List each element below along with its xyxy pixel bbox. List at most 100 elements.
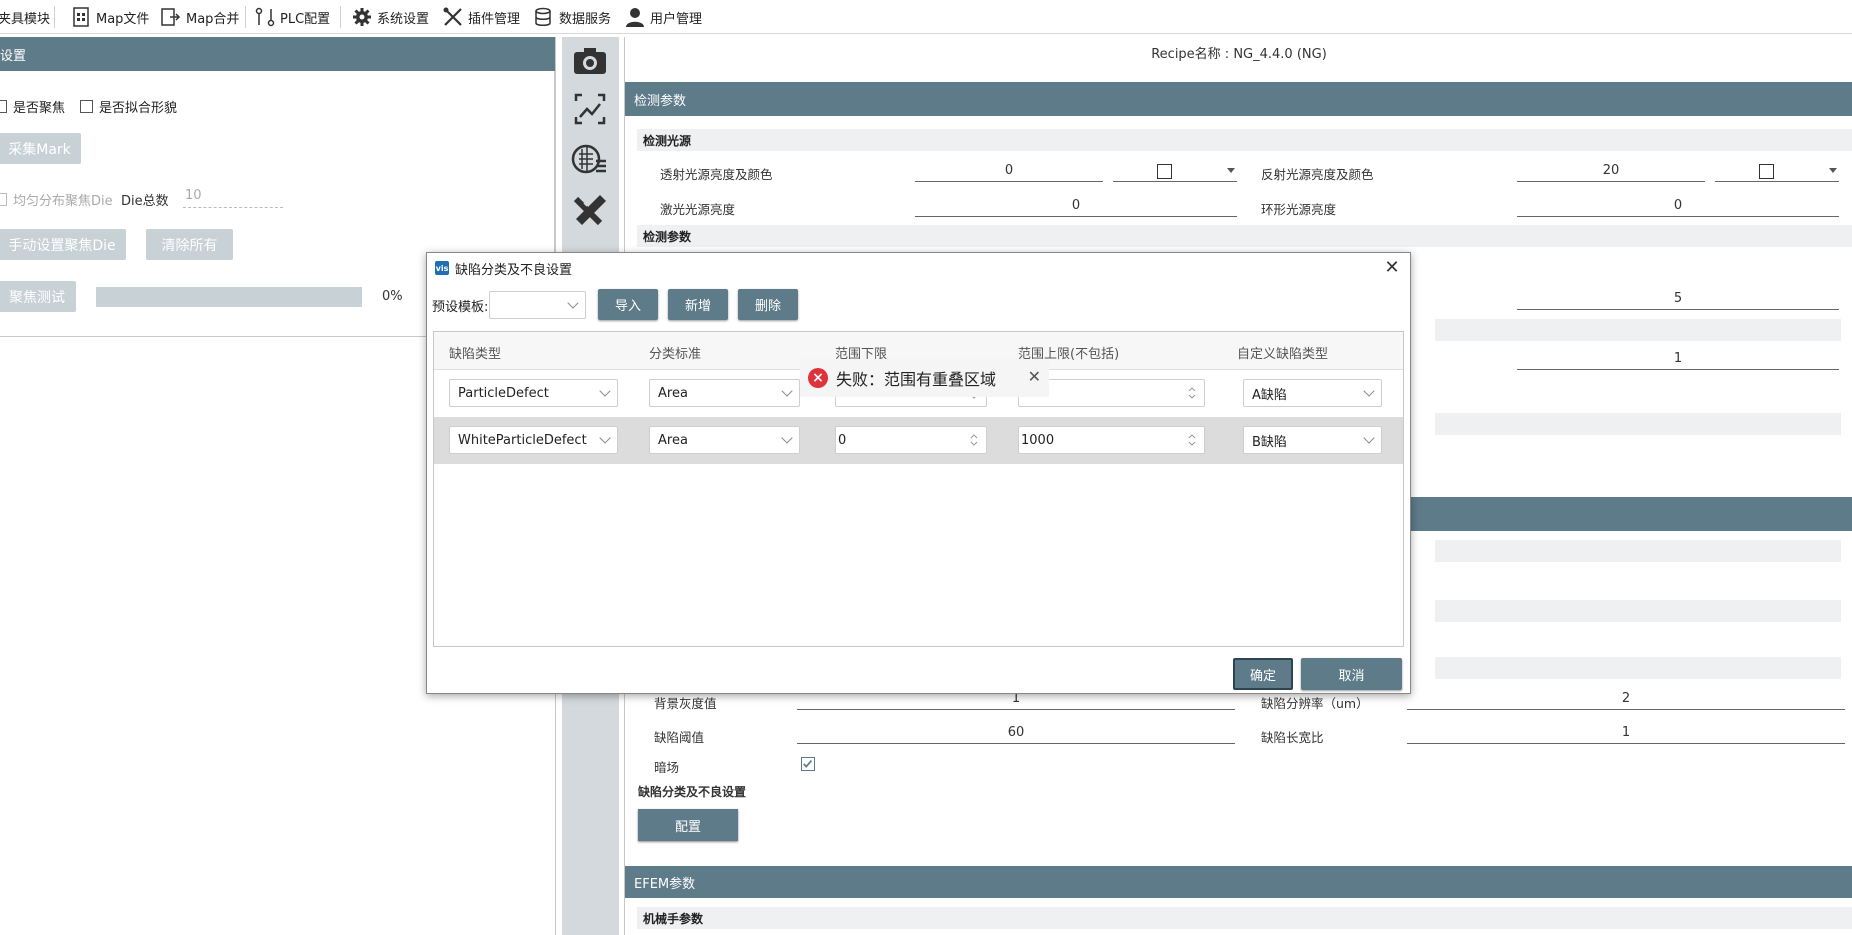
die-total-input[interactable]: 10: [183, 188, 283, 208]
defect-threshold-label: 缺陷阈值: [654, 730, 705, 745]
ruler-pencil-icon[interactable]: [570, 189, 610, 229]
chevron-down-icon: [1363, 385, 1375, 397]
menu-item-user-management[interactable]: 用户管理: [624, 0, 702, 34]
subheader-band: [1435, 540, 1841, 562]
detect-params-header: 检测参数: [625, 82, 1852, 116]
range-upper-input[interactable]: 1000: [1018, 426, 1205, 454]
column-header: 缺陷类型: [449, 347, 502, 362]
menu-item-plc[interactable]: PLC配置: [254, 0, 330, 34]
manual-focus-die-button[interactable]: 手动设置聚焦Die: [0, 229, 126, 260]
spin-arrows-icon: [1188, 434, 1196, 446]
dropdown-arrow-icon: [1829, 168, 1837, 173]
menu-item-map-merge[interactable]: Map合并: [160, 0, 239, 34]
menu-item-fixture[interactable]: 夹具模块: [0, 0, 50, 34]
class-standard-select[interactable]: Area: [649, 426, 800, 454]
progress-percent: 0%: [382, 289, 403, 304]
param-input-5[interactable]: 5: [1517, 290, 1839, 310]
menu-separator: [54, 6, 55, 28]
chevron-down-icon: [781, 385, 793, 397]
subheader-band: [1435, 319, 1841, 341]
close-icon[interactable]: ✕: [1382, 257, 1402, 278]
wafer-list-icon[interactable]: [570, 139, 610, 179]
transmitted-color-select[interactable]: [1113, 162, 1237, 182]
laser-light-input[interactable]: 0: [915, 197, 1237, 217]
chevron-down-icon: [599, 385, 611, 397]
error-icon: ×: [808, 368, 828, 388]
menu-item-system-settings[interactable]: 系统设置: [351, 0, 429, 34]
defect-ratio-input[interactable]: 1: [1407, 724, 1845, 744]
custom-defect-type-select[interactable]: B缺陷: [1243, 426, 1382, 454]
class-standard-select[interactable]: Area: [649, 379, 800, 407]
custom-defect-type-select[interactable]: A缺陷: [1243, 379, 1382, 407]
cancel-button[interactable]: 取消: [1301, 658, 1402, 690]
defect-type-select[interactable]: ParticleDefect: [449, 379, 618, 407]
map-merge-icon: [161, 8, 181, 26]
reflected-color-select[interactable]: [1715, 162, 1839, 182]
reflected-light-input[interactable]: 20: [1517, 162, 1705, 182]
defect-class-subheader: 缺陷分类及不良设置: [638, 785, 747, 799]
chevron-down-icon: [599, 432, 611, 444]
image-chart-icon[interactable]: [570, 89, 610, 129]
param-select-1[interactable]: 1: [1517, 350, 1839, 370]
preset-template-select[interactable]: [489, 291, 586, 319]
clear-all-button[interactable]: 清除所有: [146, 229, 233, 260]
defect-resolution-input[interactable]: 2: [1407, 690, 1845, 710]
light-source-subheader: 检测光源: [637, 129, 1852, 151]
recipe-name: Recipe名称 : NG_4.4.0 (NG): [1151, 46, 1327, 62]
error-toast: × 失败：范围有重叠区域 ✕: [800, 359, 1049, 397]
efem-params-header: EFEM参数: [625, 866, 1852, 898]
color-swatch: [1759, 164, 1774, 179]
camera-icon[interactable]: [570, 41, 610, 81]
defect-type-select[interactable]: WhiteParticleDefect: [449, 426, 618, 454]
checkbox-box[interactable]: [0, 100, 7, 113]
defect-resolution-label: 缺陷分辨率（um）: [1261, 696, 1369, 711]
chevron-down-icon: [781, 432, 793, 444]
user-icon: [626, 8, 644, 27]
close-icon[interactable]: ✕: [1028, 367, 1041, 386]
die-total-label: Die总数: [121, 194, 169, 209]
collect-mark-button[interactable]: 采集Mark: [0, 133, 81, 164]
table-row[interactable]: WhiteParticleDefect Area 0 1000 B缺陷: [434, 417, 1403, 464]
bg-gray-label: 背景灰度值: [654, 696, 717, 711]
add-button[interactable]: 新增: [668, 289, 728, 320]
focus-checkbox[interactable]: 是否聚焦: [0, 97, 65, 116]
checkbox-box[interactable]: [0, 193, 7, 206]
ring-light-label: 环形光源亮度: [1261, 202, 1337, 217]
gear-icon: [353, 8, 371, 26]
range-lower-input[interactable]: 0: [835, 426, 987, 454]
laser-light-label: 激光光源亮度: [660, 202, 736, 217]
menu-separator: [340, 6, 341, 28]
defect-ratio-label: 缺陷长宽比: [1261, 730, 1324, 745]
dropdown-arrow-icon: [1227, 168, 1235, 173]
transmitted-light-label: 透射光源亮度及颜色: [660, 167, 773, 182]
focus-test-button[interactable]: 聚焦测试: [0, 281, 76, 312]
checkbox-box[interactable]: [80, 100, 93, 113]
menu-separator: [245, 6, 246, 28]
check-icon: [803, 760, 813, 768]
dark-field-checkbox[interactable]: [801, 757, 815, 771]
defect-threshold-input[interactable]: 60: [797, 724, 1235, 744]
plc-icon: [255, 7, 275, 27]
transmitted-light-input[interactable]: 0: [915, 162, 1103, 182]
delete-button[interactable]: 删除: [738, 289, 798, 320]
confirm-button[interactable]: 确定: [1233, 658, 1293, 690]
subheader-band: [1435, 657, 1841, 679]
panel-header: 设置: [0, 37, 555, 71]
defect-classification-dialog: vis 缺陷分类及不良设置 ✕ 预设模板: 导入 新增 删除 缺陷类型 分类标准…: [426, 252, 1411, 694]
menu-item-map-file[interactable]: Map文件: [70, 0, 149, 34]
spin-arrows-icon: [970, 434, 978, 446]
top-menu-bar: 夹具模块 Map文件 Map合并 PLC配置 系统设置 插件管理 数据服务 用户…: [0, 0, 1852, 34]
tools-icon: [443, 7, 462, 26]
menu-item-plugin-management[interactable]: 插件管理: [442, 0, 520, 34]
reflected-light-label: 反射光源亮度及颜色: [1261, 167, 1374, 182]
app-logo-icon: vis: [435, 261, 449, 275]
dark-field-label: 暗场: [654, 760, 680, 775]
uniform-focus-die-checkbox[interactable]: 均匀分布聚焦Die: [0, 190, 113, 209]
config-button[interactable]: 配置: [638, 809, 738, 841]
ring-light-input[interactable]: 0: [1517, 197, 1839, 217]
fit-shape-checkbox[interactable]: 是否拟合形貌: [80, 97, 177, 116]
import-button[interactable]: 导入: [598, 289, 658, 320]
menu-item-data-service[interactable]: 数据服务: [533, 0, 611, 34]
column-header: 自定义缺陷类型: [1237, 347, 1329, 362]
subheader-band: [1435, 600, 1841, 622]
